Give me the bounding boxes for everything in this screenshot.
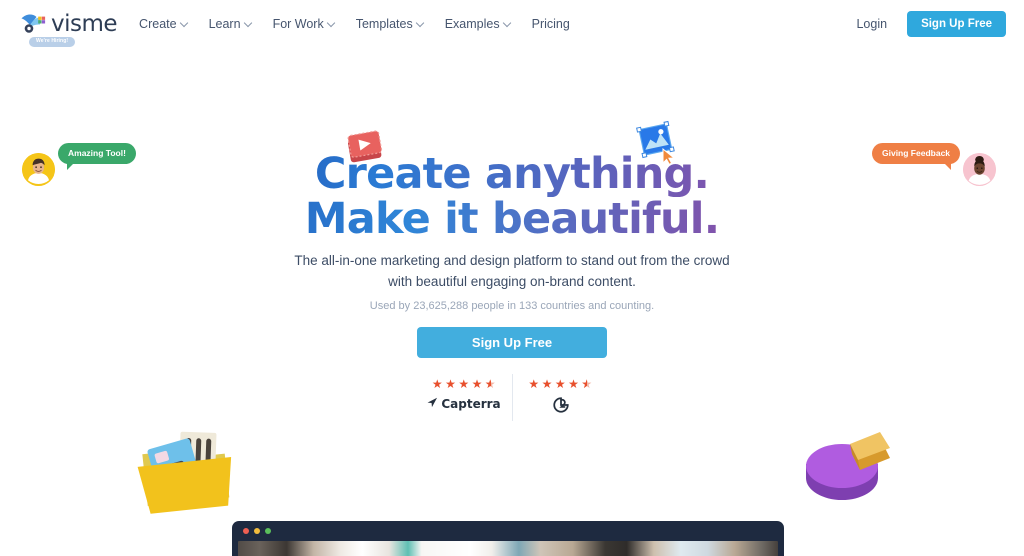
headline-line-2: Make it beautiful. <box>0 196 1024 242</box>
avatar <box>963 152 997 186</box>
ratings-row: ★ ★ ★ ★ ★ Capterra ★ ★ ★ ★ ★ <box>0 374 1024 421</box>
hero-section: Create anything. Make it beautiful. The … <box>0 48 1024 514</box>
nav-item-templates[interactable]: Templates <box>356 17 424 31</box>
g2-logo-icon <box>552 397 569 417</box>
hero-signup-button[interactable]: Sign Up Free <box>417 327 607 358</box>
nav-item-examples[interactable]: Examples <box>445 17 511 31</box>
header-signup-button[interactable]: Sign Up Free <box>907 11 1006 37</box>
nav-label: Create <box>139 17 177 31</box>
star-icon: ★ <box>471 377 483 391</box>
chevron-down-icon <box>328 20 335 27</box>
capterra-label: Capterra <box>441 397 501 411</box>
site-header: visme We're Hiring! Create Learn For Wor… <box>0 0 1024 48</box>
visme-logo-icon <box>20 13 46 35</box>
star-icon: ★ <box>431 377 444 391</box>
headline-line-1: Create anything. <box>0 151 1024 197</box>
maximize-dot-icon[interactable] <box>265 528 271 534</box>
minimize-dot-icon[interactable] <box>254 528 260 534</box>
star-icon: ★ <box>541 377 553 391</box>
subhead-line-2: with beautiful engaging on-brand content… <box>388 273 636 289</box>
nav-label: Templates <box>355 17 413 31</box>
cta-container: Sign Up Free <box>0 327 1024 358</box>
video-card-icon <box>344 128 388 173</box>
nav-label: Learn <box>208 17 241 31</box>
rating-g2[interactable]: ★ ★ ★ ★ ★ <box>512 374 608 421</box>
nav-label: Pricing <box>531 17 570 31</box>
nav-item-for-work[interactable]: For Work <box>273 17 335 31</box>
browser-content-preview <box>238 541 778 556</box>
folder-docs-icon <box>122 418 246 523</box>
nav-item-pricing[interactable]: Pricing <box>532 17 570 31</box>
avatar <box>22 152 55 186</box>
hiring-badge[interactable]: We're Hiring! <box>29 36 76 47</box>
chevron-down-icon <box>417 20 424 27</box>
star-half-icon: ★ <box>485 378 496 390</box>
star-icon: ★ <box>458 377 470 391</box>
testimonial-right: Giving Feedback <box>872 143 997 186</box>
browser-titlebar <box>232 528 784 541</box>
login-link[interactable]: Login <box>856 17 887 31</box>
star-rating: ★ ★ ★ ★ ★ <box>528 378 592 390</box>
testimonial-bubble: Giving Feedback <box>872 143 961 169</box>
nav-label: For Work <box>272 17 324 31</box>
star-icon: ★ <box>568 377 580 391</box>
testimonial-left: Amazing Tool! <box>22 143 136 186</box>
nav-label: Examples <box>444 17 500 31</box>
page-title: Create anything. Make it beautiful. <box>0 151 1024 242</box>
rating-capterra[interactable]: ★ ★ ★ ★ ★ Capterra <box>416 374 512 421</box>
browser-mockup <box>232 521 784 556</box>
nav-item-create[interactable]: Create <box>139 17 188 31</box>
nav-item-learn[interactable]: Learn <box>209 17 252 31</box>
main-nav: Create Learn For Work Templates Examples… <box>139 17 570 31</box>
g2-logo <box>552 397 569 417</box>
star-half-icon: ★ <box>581 378 592 390</box>
used-by-text: Used by 23,625,288 people in 133 countri… <box>369 300 655 312</box>
header-actions: Login Sign Up Free <box>856 11 1006 37</box>
pie-chart-icon <box>800 420 892 513</box>
star-icon: ★ <box>554 377 567 391</box>
star-icon: ★ <box>528 377 540 391</box>
hero-subhead: The all-in-one marketing and design plat… <box>0 251 1024 292</box>
chevron-down-icon <box>245 20 252 27</box>
close-dot-icon[interactable] <box>243 528 249 534</box>
brand-logo[interactable]: visme We're Hiring! <box>20 10 118 47</box>
star-rating: ★ ★ ★ ★ ★ <box>432 378 496 390</box>
capterra-logo: Capterra <box>427 397 501 411</box>
star-icon: ★ <box>445 377 457 391</box>
testimonial-bubble: Amazing Tool! <box>58 143 136 169</box>
capterra-arrow-icon <box>427 397 438 411</box>
subhead-line-1: The all-in-one marketing and design plat… <box>294 253 730 268</box>
image-select-icon <box>634 120 682 171</box>
chevron-down-icon <box>181 20 188 27</box>
brand-name: visme <box>51 10 118 37</box>
chevron-down-icon <box>504 20 511 27</box>
